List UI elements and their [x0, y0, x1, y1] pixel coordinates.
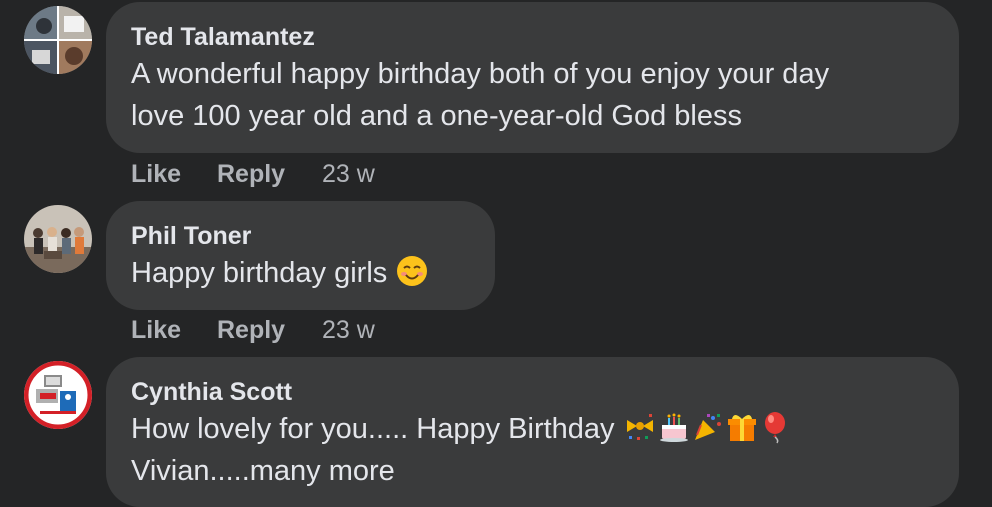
- timestamp[interactable]: 23 w: [322, 159, 375, 189]
- smiling-face-icon: [397, 256, 428, 286]
- comment-text-line: A wonderful happy birthday both of you e…: [131, 58, 830, 90]
- author-name[interactable]: Ted Talamantez: [131, 22, 933, 52]
- ribbon-confetti-icon: [626, 414, 653, 440]
- comment-text-line: love 100 year old and a one-year-old God…: [131, 100, 742, 132]
- comment-text: Happy birthday girls: [131, 257, 388, 289]
- author-name[interactable]: Cynthia Scott: [131, 377, 933, 407]
- profile-photo-collage-icon: [24, 6, 92, 74]
- balloon-icon: [764, 412, 785, 444]
- reply-button[interactable]: Reply: [217, 159, 285, 189]
- author-name[interactable]: Phil Toner: [131, 221, 469, 251]
- gift-icon: [727, 415, 756, 441]
- reply-button[interactable]: Reply: [217, 315, 285, 345]
- comment-text-line: Vivian.....many more: [131, 455, 395, 487]
- like-button[interactable]: Like: [131, 159, 181, 189]
- party-popper-icon: [694, 414, 721, 440]
- avatar[interactable]: [24, 205, 92, 273]
- avatar[interactable]: [24, 361, 92, 429]
- comment-text-line: Happy birthday girls: [131, 252, 469, 294]
- birthday-cake-icon: [659, 413, 688, 442]
- comment-text: How lovely for you..... Happy Birthday: [131, 413, 615, 445]
- profile-badge-frame-icon: [24, 361, 92, 429]
- like-button[interactable]: Like: [131, 315, 181, 345]
- avatar[interactable]: [24, 6, 92, 74]
- timestamp[interactable]: 23 w: [322, 315, 375, 345]
- profile-photo-group-icon: [24, 205, 92, 273]
- comment-text-line: How lovely for you..... Happy Birthday: [131, 408, 933, 450]
- comment-bubble: Phil Toner Happy birthday girls: [106, 201, 495, 310]
- comment-bubble: Cynthia Scott How lovely for you..... Ha…: [106, 357, 959, 507]
- comment-bubble: Ted Talamantez A wonderful happy birthda…: [106, 2, 959, 153]
